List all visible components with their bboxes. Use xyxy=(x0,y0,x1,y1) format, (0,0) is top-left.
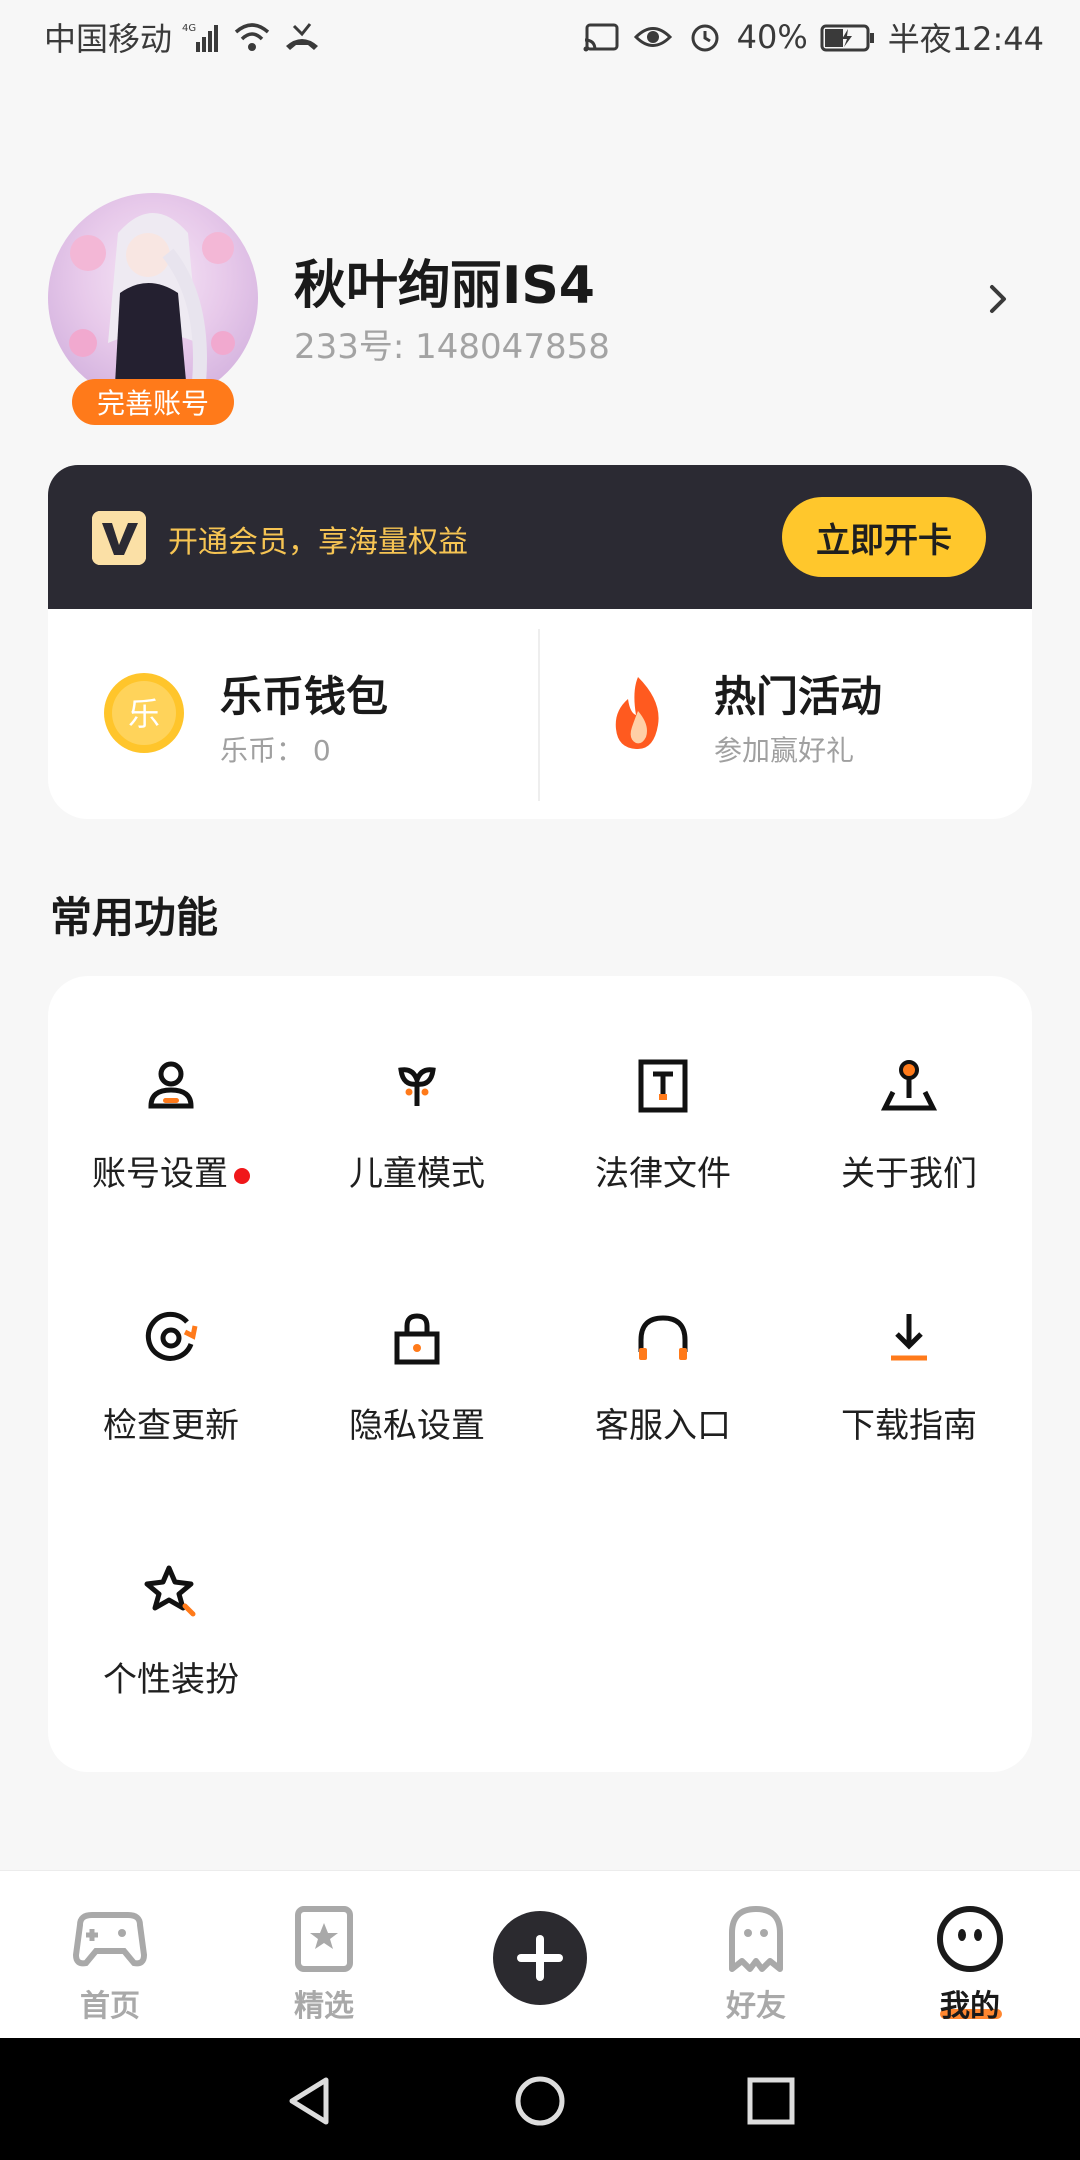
customize-item[interactable]: 个性装扮 xyxy=(48,1482,294,1700)
download-guide-item[interactable]: 下载指南 xyxy=(786,1228,1032,1446)
svg-text:乐: 乐 xyxy=(128,695,160,733)
about-us-icon xyxy=(879,1056,939,1116)
vip-promo-text: 开通会员，享海量权益 xyxy=(168,525,468,560)
eye-icon xyxy=(633,20,673,54)
nav-featured-label: 精选 xyxy=(294,1989,354,2024)
nickname: 秋叶绚丽IS4 xyxy=(294,256,595,316)
section-title: 常用功能 xyxy=(50,893,219,942)
check-update-item[interactable]: 检查更新 xyxy=(48,1228,294,1446)
download-icon xyxy=(879,1308,939,1368)
customer-service-item[interactable]: 客服入口 xyxy=(540,1228,786,1446)
hot-activities-sub: 参加赢好礼 xyxy=(714,734,855,767)
kids-mode-label: 儿童模式 xyxy=(349,1154,485,1194)
nav-home[interactable]: 首页 xyxy=(40,1871,180,2039)
open-vip-button[interactable]: 立即开卡 xyxy=(782,497,986,577)
vip-logo-icon xyxy=(92,511,146,565)
about-us-label: 关于我们 xyxy=(841,1154,977,1194)
coin-wallet-entry[interactable]: 乐 乐币钱包 乐币： 0 xyxy=(48,609,538,819)
headset-icon xyxy=(633,1308,693,1368)
legal-document-icon xyxy=(633,1056,693,1116)
alarm-icon xyxy=(685,20,725,54)
account-settings-label: 账号设置 xyxy=(92,1154,228,1194)
svg-text:4G: 4G xyxy=(182,23,196,34)
kids-mode-item[interactable]: 儿童模式 xyxy=(294,976,540,1194)
battery-icon xyxy=(820,20,876,54)
nav-friends[interactable]: 好友 xyxy=(686,1871,826,2039)
customer-service-label: 客服入口 xyxy=(595,1406,731,1446)
create-plus-button[interactable] xyxy=(493,1911,587,2005)
legal-documents-item[interactable]: 法律文件 xyxy=(540,976,786,1194)
cast-icon xyxy=(581,20,621,54)
status-left: 中国移动 4G xyxy=(44,14,322,60)
complete-account-badge[interactable]: 完善账号 xyxy=(72,379,234,425)
notification-dot xyxy=(234,1167,250,1184)
missed-call-icon xyxy=(282,20,322,54)
privacy-settings-label: 隐私设置 xyxy=(349,1406,485,1446)
battery-percent: 40% xyxy=(736,18,808,56)
gamepad-icon xyxy=(70,1905,150,1973)
about-us-item[interactable]: 关于我们 xyxy=(786,976,1032,1194)
common-functions-grid: 账号设置 儿童模式 法律文件 关于我们 检查更新 隐私设置 客服入口 下载指南 … xyxy=(48,976,1032,1772)
profile-header[interactable]: 完善账号 秋叶绚丽IS4 233号: 148047858 xyxy=(48,193,1032,425)
check-update-icon xyxy=(141,1308,201,1368)
check-update-label: 检查更新 xyxy=(103,1406,239,1446)
nav-mine[interactable]: 我的 xyxy=(900,1871,1040,2039)
star-customize-icon xyxy=(141,1562,201,1622)
download-guide-label: 下载指南 xyxy=(841,1406,977,1446)
customize-label: 个性装扮 xyxy=(103,1660,239,1700)
nav-featured[interactable]: 精选 xyxy=(254,1871,394,2039)
kids-mode-icon xyxy=(387,1056,447,1116)
chevron-right-icon[interactable] xyxy=(984,279,1014,319)
privacy-settings-item[interactable]: 隐私设置 xyxy=(294,1228,540,1446)
avatar[interactable] xyxy=(48,193,258,403)
account-settings-item[interactable]: 账号设置 xyxy=(48,976,294,1194)
bottom-navigation: 首页 精选 好友 我的 xyxy=(0,1870,1080,2039)
wallet-card: 乐 乐币钱包 乐币： 0 热门活动 参加赢好礼 xyxy=(48,609,1032,819)
coin-wallet-title: 乐币钱包 xyxy=(220,672,389,721)
ghost-friends-icon xyxy=(716,1905,796,1973)
user-id: 233号: 148047858 xyxy=(294,327,610,367)
wallet-divider xyxy=(538,629,540,801)
carrier-label: 中国移动 xyxy=(44,20,173,58)
nav-mine-label: 我的 xyxy=(940,1989,1000,2024)
coin-balance: 乐币： 0 xyxy=(220,734,331,767)
featured-star-icon xyxy=(284,1905,364,1973)
vip-banner[interactable]: 开通会员，享海量权益 立即开卡 xyxy=(48,465,1032,609)
status-bar: 中国移动 4G 40% 半夜12:44 xyxy=(0,0,1080,76)
home-icon[interactable] xyxy=(513,2074,567,2128)
legal-documents-label: 法律文件 xyxy=(595,1154,731,1194)
fire-icon xyxy=(596,671,680,755)
privacy-lock-icon xyxy=(387,1308,447,1368)
signal-icon: 4G xyxy=(182,20,222,54)
hot-activities-entry[interactable]: 热门活动 参加赢好礼 xyxy=(542,609,1032,819)
status-right: 40% 半夜12:44 xyxy=(581,14,1044,60)
nav-friends-label: 好友 xyxy=(726,1989,786,2024)
recents-icon[interactable] xyxy=(744,2074,798,2128)
system-navigation-bar xyxy=(0,2038,1080,2160)
hot-activities-title: 热门活动 xyxy=(714,672,883,721)
nav-home-label: 首页 xyxy=(80,1989,140,2024)
wifi-icon xyxy=(232,20,272,54)
back-icon[interactable] xyxy=(282,2074,336,2128)
smiley-mine-icon xyxy=(930,1905,1010,1973)
coin-icon: 乐 xyxy=(102,671,186,755)
clock-time: 半夜12:44 xyxy=(887,20,1044,58)
account-settings-icon xyxy=(141,1056,201,1116)
